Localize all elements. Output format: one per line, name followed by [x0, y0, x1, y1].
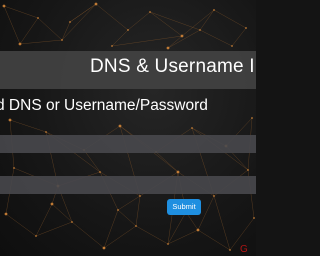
network-node: [13, 167, 15, 169]
network-link: [3, 5, 21, 45]
network-link: [117, 195, 141, 211]
instruction-text: d DNS or Username/Password: [0, 97, 208, 114]
network-link: [213, 9, 247, 29]
network-node: [71, 221, 73, 223]
network-node: [253, 217, 255, 219]
network-node: [251, 117, 253, 119]
network-node: [61, 39, 63, 41]
network-node: [176, 170, 180, 174]
network-node: [231, 45, 233, 47]
network-node: [167, 243, 169, 245]
network-link: [95, 3, 129, 31]
network-link: [19, 39, 63, 45]
title-banner: DNS & Username Inp: [0, 51, 256, 89]
network-node: [69, 21, 71, 23]
network-background: [2, 2, 255, 251]
network-node: [199, 29, 201, 31]
network-link: [69, 3, 97, 23]
network-node: [196, 228, 200, 232]
network-link: [135, 195, 141, 227]
network-link: [167, 29, 201, 49]
network-node: [18, 42, 22, 46]
network-link: [181, 9, 215, 37]
network-node: [245, 27, 247, 29]
network-node: [191, 127, 193, 129]
dns-input[interactable]: [0, 135, 256, 153]
network-link: [231, 27, 247, 47]
network-node: [247, 169, 249, 171]
network-link: [19, 17, 39, 45]
network-node: [117, 209, 119, 211]
network-link: [167, 211, 187, 245]
network-link: [111, 35, 183, 47]
network-node: [50, 202, 54, 206]
network-link: [71, 221, 105, 249]
network-node: [127, 29, 129, 31]
network-link: [35, 221, 73, 237]
network-node: [4, 212, 8, 216]
network-link: [135, 225, 169, 245]
network-link: [155, 151, 179, 173]
network-node: [213, 9, 215, 11]
network-link: [127, 11, 151, 31]
network-link: [213, 195, 231, 251]
network-node: [111, 45, 113, 47]
network-node: [94, 2, 98, 6]
network-link: [3, 5, 39, 19]
network-link: [61, 21, 71, 41]
network-node: [2, 4, 6, 8]
network-link: [149, 11, 201, 31]
network-link: [103, 225, 137, 249]
network-node: [213, 195, 215, 197]
network-node: [166, 46, 170, 50]
partial-glyph-icon: G: [240, 244, 248, 255]
network-node: [118, 124, 122, 128]
network-link: [83, 149, 101, 173]
network-link: [199, 9, 215, 31]
network-node: [102, 246, 106, 250]
network-link: [9, 119, 47, 133]
network-link: [167, 229, 199, 245]
network-node: [99, 171, 101, 173]
network-link: [199, 29, 233, 47]
network-node: [229, 249, 231, 251]
network-link: [51, 203, 73, 223]
page-title: DNS & Username Inp: [90, 56, 256, 77]
network-link: [37, 17, 63, 41]
network-node: [139, 195, 141, 197]
network-link: [61, 3, 97, 41]
network-node: [35, 235, 37, 237]
network-node: [37, 17, 39, 19]
network-node: [45, 131, 47, 133]
network-link: [35, 203, 53, 237]
network-link: [103, 209, 119, 249]
network-node: [180, 34, 184, 38]
network-node: [8, 118, 12, 122]
network-link: [117, 209, 137, 227]
submit-button[interactable]: Submit: [167, 199, 201, 215]
network-link: [149, 11, 183, 37]
username-password-input[interactable]: [0, 176, 256, 194]
network-node: [149, 11, 151, 13]
network-link: [111, 29, 129, 47]
network-link: [5, 213, 37, 237]
network-node: [135, 225, 137, 227]
dns-input-screen: DNS & Username Inp d DNS or Username/Pas…: [0, 0, 256, 256]
